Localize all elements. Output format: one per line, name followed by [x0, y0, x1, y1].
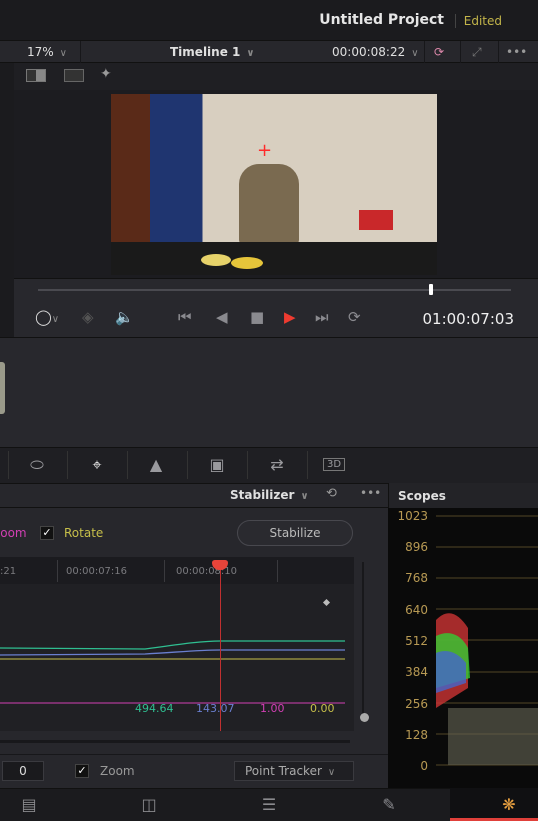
- tracker-crosshair-icon: +: [257, 140, 273, 161]
- scope-scale-label: 768: [405, 571, 428, 585]
- stop-icon[interactable]: ■: [250, 308, 264, 326]
- color-effects-icon[interactable]: ⟳: [434, 45, 444, 59]
- zoom-dropdown[interactable]: 17% ∨: [27, 45, 67, 59]
- volume-icon[interactable]: 🔈: [115, 308, 134, 326]
- scope-scale-label: 512: [405, 634, 428, 648]
- timecode-dropdown[interactable]: 00:00:08:22 ∨: [332, 45, 419, 59]
- vertical-zoom-slider[interactable]: [362, 562, 364, 722]
- scope-scale-label: 384: [405, 665, 428, 679]
- record-timecode: 01:00:07:03: [422, 310, 514, 328]
- scope-scale-label: 0: [420, 759, 428, 773]
- stabilize-button[interactable]: Stabilize: [237, 520, 353, 546]
- fusion-page-icon[interactable]: ✎: [374, 795, 404, 814]
- tilt-curve: [0, 649, 345, 656]
- edit-status: Edited: [463, 14, 502, 28]
- ruler-label: 00:00:07:16: [66, 566, 128, 577]
- chevron-down-icon: ∨: [411, 48, 419, 59]
- skip-to-start-icon[interactable]: ⏮: [178, 308, 192, 326]
- smooth-field[interactable]: 0: [2, 761, 44, 781]
- zoom-value: 1.00: [260, 702, 285, 715]
- layers-icon[interactable]: ◈: [82, 308, 94, 326]
- key-icon[interactable]: ▣: [202, 455, 232, 474]
- source-timecode: 00:00:08:22: [332, 45, 406, 59]
- viewer-toolbar: ✦: [14, 63, 538, 90]
- ruler-label: :21: [0, 566, 17, 577]
- zoom-checkbox-label: Zoom: [100, 764, 135, 778]
- keyframe-marker: [322, 598, 331, 607]
- fullscreen-icon[interactable]: ⤢: [472, 45, 482, 60]
- media-page-icon[interactable]: ▤: [14, 795, 44, 814]
- scrubber-track[interactable]: [38, 289, 511, 291]
- zoom-checkbox[interactable]: ✓: [75, 764, 89, 778]
- window-icon[interactable]: ⬭: [22, 455, 52, 475]
- tracker-icon[interactable]: ⌖: [82, 455, 112, 475]
- more-options-button[interactable]: •••: [506, 45, 527, 59]
- scope-scale-label: 640: [405, 603, 428, 617]
- timeline-name: Timeline 1: [170, 45, 241, 59]
- rotate-label: Rotate: [64, 526, 104, 540]
- rotate-checkbox[interactable]: ✓: [40, 526, 54, 540]
- horizontal-scrollbar[interactable]: [0, 740, 350, 743]
- pan-curve: [0, 640, 345, 650]
- timeline-dropdown[interactable]: Timeline 1 ∨: [170, 45, 255, 59]
- title-bar: [0, 0, 538, 40]
- divider: [455, 14, 456, 28]
- highlight-mode-icon[interactable]: ◯∨: [35, 308, 59, 326]
- blur-icon[interactable]: ▲: [141, 455, 171, 474]
- play-icon[interactable]: ▶: [284, 308, 296, 326]
- skip-to-end-icon[interactable]: ⏭: [315, 308, 329, 326]
- slider-knob[interactable]: [360, 713, 369, 722]
- chevron-down-icon: ∨: [59, 48, 67, 59]
- point-tracker-dropdown[interactable]: Point Tracker ∨: [234, 761, 354, 781]
- scope-scale-label: 128: [405, 728, 428, 742]
- scope-scale-label: 1023: [397, 509, 428, 523]
- clip-strip: [0, 337, 538, 447]
- loop-icon[interactable]: ⟳: [348, 308, 361, 326]
- zoom-value: 17%: [27, 45, 54, 59]
- edit-page-icon[interactable]: ☰: [254, 795, 284, 814]
- magic-wand-icon[interactable]: ✦: [100, 66, 112, 82]
- rotate-value: 0.00: [310, 702, 335, 715]
- tracker-mode-label: Stabilizer: [230, 488, 295, 502]
- point-tracker-label: Point Tracker: [245, 764, 322, 778]
- chevron-down-icon: ∨: [246, 48, 255, 59]
- chevron-down-icon: ∨: [327, 767, 336, 778]
- gallery-grid-icon[interactable]: [64, 69, 84, 82]
- clip-thumbnail[interactable]: [0, 362, 5, 414]
- sizing-icon[interactable]: ⇄: [262, 455, 292, 474]
- tilt-value: 143.07: [196, 702, 235, 715]
- cut-page-icon[interactable]: ◫: [134, 795, 164, 814]
- split-screen-icon[interactable]: [26, 69, 46, 82]
- tracker-mode-dropdown[interactable]: Stabilizer ∨: [230, 488, 309, 502]
- scope-scale-label: 256: [405, 697, 428, 711]
- waveform-bottom: [448, 708, 538, 765]
- video-frame[interactable]: +: [111, 94, 437, 275]
- scope-scale-label: 896: [405, 540, 428, 554]
- scopes-title: Scopes: [398, 489, 446, 503]
- project-title: Untitled Project: [319, 12, 444, 28]
- zoom-label: Zoom: [0, 526, 27, 540]
- pan-value: 494.64: [135, 702, 174, 715]
- chevron-down-icon: ∨: [300, 491, 309, 502]
- 3d-icon[interactable]: 3D: [323, 458, 345, 471]
- color-page-icon[interactable]: ❋: [494, 795, 524, 814]
- reset-icon[interactable]: ⟲: [326, 486, 337, 501]
- more-options-button[interactable]: •••: [360, 486, 381, 500]
- ruler-label: 00:00:08:10: [176, 566, 238, 577]
- viewer-header: 17% ∨ Timeline 1 ∨ 00:00:08:22 ∨ ⟳ ⤢ •••: [0, 40, 538, 63]
- playhead[interactable]: [428, 284, 433, 295]
- play-reverse-icon[interactable]: ◀: [216, 308, 228, 326]
